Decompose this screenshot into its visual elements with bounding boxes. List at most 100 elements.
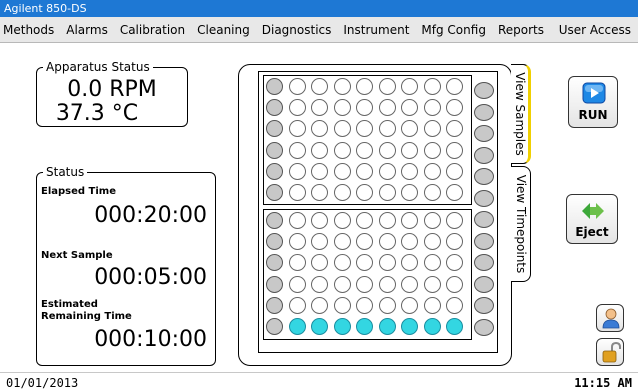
sample-well[interactable] bbox=[311, 184, 328, 201]
sample-well[interactable] bbox=[446, 212, 463, 229]
run-button[interactable]: RUN bbox=[568, 76, 618, 128]
menu-mfg-config[interactable]: Mfg Config bbox=[415, 17, 492, 43]
sample-well[interactable] bbox=[333, 233, 351, 251]
sample-well[interactable] bbox=[378, 212, 396, 229]
sample-well[interactable] bbox=[333, 162, 351, 180]
sample-well[interactable] bbox=[446, 296, 463, 314]
sample-well[interactable] bbox=[266, 78, 283, 95]
side-well[interactable] bbox=[474, 168, 494, 185]
sample-well[interactable] bbox=[378, 99, 396, 117]
sample-well[interactable] bbox=[333, 141, 351, 159]
side-well[interactable] bbox=[474, 103, 494, 121]
menu-methods[interactable]: Methods bbox=[0, 17, 60, 43]
sample-well[interactable] bbox=[356, 184, 373, 201]
sample-well[interactable] bbox=[378, 78, 396, 95]
menu-user-access[interactable]: User Access bbox=[553, 17, 638, 43]
sample-well[interactable] bbox=[288, 254, 306, 272]
side-well[interactable] bbox=[474, 146, 494, 164]
sample-well[interactable] bbox=[378, 296, 396, 314]
sample-well[interactable] bbox=[266, 318, 283, 335]
sample-well[interactable] bbox=[288, 141, 306, 159]
sample-well[interactable] bbox=[311, 162, 328, 180]
side-well[interactable] bbox=[474, 275, 494, 293]
sample-well[interactable] bbox=[311, 296, 328, 314]
sample-well[interactable] bbox=[266, 162, 283, 180]
sample-well[interactable] bbox=[333, 78, 351, 95]
user-button[interactable] bbox=[596, 304, 624, 332]
sample-well[interactable] bbox=[378, 162, 396, 180]
sample-well[interactable] bbox=[311, 78, 328, 95]
sample-well[interactable] bbox=[401, 296, 418, 314]
sample-well[interactable] bbox=[288, 78, 306, 95]
side-well[interactable] bbox=[474, 125, 494, 142]
sample-well[interactable] bbox=[356, 78, 373, 95]
sample-well[interactable] bbox=[446, 141, 463, 159]
sample-well[interactable] bbox=[423, 78, 441, 95]
sample-well[interactable] bbox=[311, 212, 328, 229]
sample-well[interactable] bbox=[401, 275, 418, 293]
sample-well[interactable] bbox=[288, 99, 306, 117]
menu-reports[interactable]: Reports bbox=[492, 17, 550, 43]
sample-well[interactable] bbox=[378, 254, 396, 272]
sample-well[interactable] bbox=[288, 120, 306, 138]
sample-well[interactable] bbox=[356, 275, 373, 293]
sample-well[interactable] bbox=[401, 212, 418, 229]
menu-cleaning[interactable]: Cleaning bbox=[191, 17, 256, 43]
side-well[interactable] bbox=[474, 297, 494, 314]
sample-well[interactable] bbox=[378, 318, 396, 335]
sample-well[interactable] bbox=[446, 78, 463, 95]
side-well[interactable] bbox=[474, 189, 494, 207]
side-well[interactable] bbox=[474, 211, 494, 228]
sample-well[interactable] bbox=[423, 233, 441, 251]
sample-well[interactable] bbox=[423, 254, 441, 272]
sample-well[interactable] bbox=[378, 184, 396, 201]
sample-well[interactable] bbox=[333, 254, 351, 272]
menu-instrument[interactable]: Instrument bbox=[337, 17, 415, 43]
sample-well[interactable] bbox=[288, 162, 306, 180]
sample-well[interactable] bbox=[423, 296, 441, 314]
sample-well[interactable] bbox=[288, 318, 306, 335]
sample-well[interactable] bbox=[401, 318, 418, 335]
sample-well[interactable] bbox=[378, 233, 396, 251]
sample-well[interactable] bbox=[401, 141, 418, 159]
sample-well[interactable] bbox=[401, 162, 418, 180]
side-well[interactable] bbox=[474, 254, 494, 271]
sample-well[interactable] bbox=[333, 99, 351, 117]
sample-well[interactable] bbox=[446, 318, 463, 335]
sample-well[interactable] bbox=[378, 275, 396, 293]
sample-well[interactable] bbox=[423, 212, 441, 229]
sample-well[interactable] bbox=[423, 162, 441, 180]
sample-well[interactable] bbox=[288, 184, 306, 201]
sample-well[interactable] bbox=[288, 212, 306, 229]
sample-well[interactable] bbox=[446, 275, 463, 293]
side-well[interactable] bbox=[474, 232, 494, 250]
sample-well[interactable] bbox=[333, 120, 351, 138]
sample-well[interactable] bbox=[333, 296, 351, 314]
menu-alarms[interactable]: Alarms bbox=[60, 17, 114, 43]
sample-well[interactable] bbox=[333, 318, 351, 335]
sample-well[interactable] bbox=[266, 184, 283, 201]
sample-well[interactable] bbox=[333, 184, 351, 201]
sample-well[interactable] bbox=[356, 212, 373, 229]
tab-view-samples[interactable]: View Samples bbox=[511, 64, 531, 164]
sample-well[interactable] bbox=[356, 162, 373, 180]
sample-well[interactable] bbox=[266, 296, 283, 314]
sample-well[interactable] bbox=[288, 296, 306, 314]
sample-well[interactable] bbox=[446, 184, 463, 201]
sample-well[interactable] bbox=[311, 141, 328, 159]
sample-well[interactable] bbox=[401, 184, 418, 201]
sample-well[interactable] bbox=[423, 184, 441, 201]
sample-well[interactable] bbox=[446, 162, 463, 180]
sample-well[interactable] bbox=[288, 275, 306, 293]
sample-well[interactable] bbox=[423, 120, 441, 138]
sample-well[interactable] bbox=[333, 212, 351, 229]
sample-well[interactable] bbox=[333, 275, 351, 293]
sample-well[interactable] bbox=[288, 233, 306, 251]
side-well[interactable] bbox=[474, 318, 494, 336]
sample-well[interactable] bbox=[423, 275, 441, 293]
sample-well[interactable] bbox=[401, 78, 418, 95]
sample-well[interactable] bbox=[378, 141, 396, 159]
sample-well[interactable] bbox=[356, 141, 373, 159]
sample-well[interactable] bbox=[266, 141, 283, 159]
sample-well[interactable] bbox=[311, 275, 328, 293]
